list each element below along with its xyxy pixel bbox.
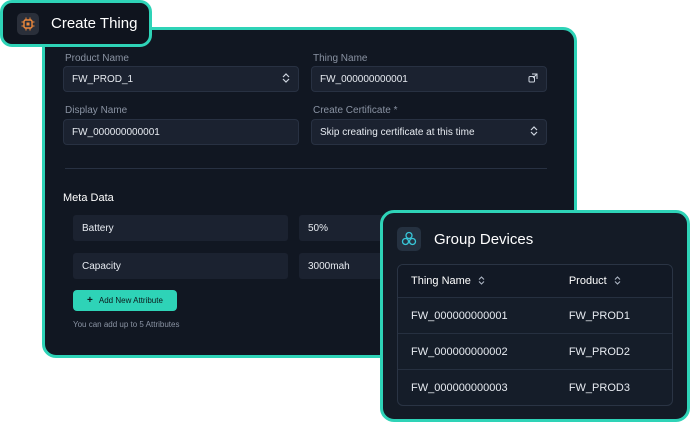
meta-key-value: Battery [82,222,114,234]
sort-icon [614,275,621,287]
thing-name-label: Thing Name [313,53,368,64]
add-attribute-label: Add New Attribute [98,296,163,305]
table-row[interactable]: FW_000000000003 FW_PROD3 [398,370,672,405]
group-devices-title: Group Devices [434,231,534,248]
group-devices-icon [397,227,421,251]
thing-name-cell: FW_000000000001 [411,309,508,322]
create-certificate-value: Skip creating certificate at this time [320,126,475,138]
display-name-label: Display Name [65,105,128,116]
chip-icon [17,12,39,35]
plus-icon: + [87,295,93,306]
section-divider [65,168,547,169]
product-name-select[interactable]: FW_PROD_1 [63,66,299,92]
meta-value-input[interactable]: 3000mah [299,253,389,279]
column-header-product[interactable]: Product [557,275,672,287]
create-thing-title: Create Thing [51,15,138,32]
add-attribute-button[interactable]: + Add New Attribute [73,290,177,311]
column-header-label: Product [568,275,607,287]
meta-key-input[interactable]: Capacity [73,253,288,279]
thing-name-field[interactable]: FW_000000000001 [311,66,547,92]
column-header-thing-name[interactable]: Thing Name [398,275,557,287]
display-name-input[interactable]: FW_000000000001 [63,119,299,145]
display-name-value: FW_000000000001 [72,126,160,138]
meta-key-value: Capacity [82,260,121,272]
sort-icon [478,275,485,287]
attributes-hint: You can add up to 5 Attributes [73,320,180,329]
thing-name-cell: FW_000000000002 [411,345,508,358]
chevron-updown-icon [530,125,538,139]
meta-key-input[interactable]: Battery [73,215,288,241]
product-name-label: Product Name [65,53,129,64]
create-thing-header: Create Thing [0,0,152,47]
column-header-label: Thing Name [411,275,471,287]
thing-name-value: FW_000000000001 [320,73,408,85]
table-row[interactable]: FW_000000000001 FW_PROD1 [398,298,672,334]
chevron-updown-icon [282,72,290,86]
table-row[interactable]: FW_000000000002 FW_PROD2 [398,334,672,370]
meta-value-value: 3000mah [308,260,350,272]
product-cell: FW_PROD3 [568,382,630,394]
thing-name-cell: FW_000000000003 [411,382,508,394]
copy-link-icon[interactable] [528,73,538,86]
product-cell: FW_PROD1 [568,309,630,322]
meta-value-input[interactable]: 50% [299,215,389,241]
create-certificate-label: Create Certificate * [313,105,398,116]
product-name-value: FW_PROD_1 [72,73,134,85]
table-header: Thing Name Product [398,265,672,298]
create-certificate-select[interactable]: Skip creating certificate at this time [311,119,547,145]
meta-value-value: 50% [308,222,329,234]
product-cell: FW_PROD2 [568,345,630,358]
meta-data-title: Meta Data [63,192,114,204]
devices-table: Thing Name Product FW_000000000001 FW_PR… [397,264,673,406]
